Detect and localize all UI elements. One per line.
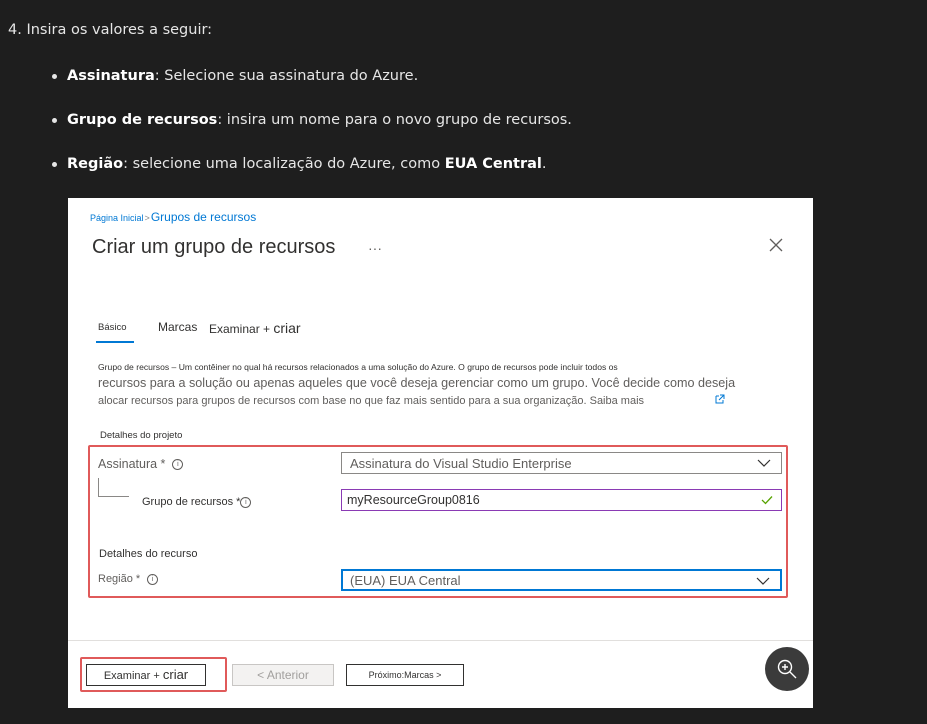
- tab-review-prefix: Examinar +: [209, 322, 271, 336]
- previous-button[interactable]: < Anterior: [232, 664, 334, 686]
- tab-review-create[interactable]: Examinar + criar: [209, 320, 301, 336]
- item-text: : selecione uma localização do Azure, co…: [123, 156, 445, 172]
- close-icon[interactable]: [767, 236, 785, 254]
- term-resource-group: Grupo de recursos: [67, 112, 218, 128]
- breadcrumb-resource-groups[interactable]: Grupos de recursos: [151, 210, 256, 224]
- tab-basics[interactable]: Básico: [98, 322, 127, 333]
- description-line: Grupo de recursos – Um contêiner no qual…: [98, 362, 618, 372]
- breadcrumb: Página Inicial>Grupos de recursos: [90, 210, 256, 224]
- tree-connector: [98, 478, 129, 497]
- subscription-label-text: Assinatura *: [98, 457, 166, 471]
- subscription-dropdown[interactable]: Assinatura do Visual Studio Enterprise: [341, 452, 782, 474]
- zoom-in-icon: [777, 659, 797, 679]
- footer-divider: [68, 640, 813, 641]
- term-subscription: Assinatura: [67, 68, 155, 84]
- description-line: recursos para a solução ou apenas aquele…: [98, 376, 736, 390]
- item-text: : insira um nome para o novo grupo de re…: [217, 112, 572, 128]
- chevron-down-icon: [757, 459, 771, 467]
- item-end: .: [541, 156, 547, 172]
- subscription-value: Assinatura do Visual Studio Enterprise: [350, 456, 572, 471]
- list-item: Assinatura: Selecione sua assinatura do …: [52, 66, 572, 110]
- resource-group-value: myResourceGroup0816: [347, 493, 480, 507]
- highlight-box: [80, 657, 227, 692]
- region-label: Região * i: [98, 573, 159, 585]
- info-icon[interactable]: i: [147, 573, 159, 585]
- region-dropdown[interactable]: (EUA) EUA Central: [341, 569, 782, 591]
- breadcrumb-home[interactable]: Página Inicial: [90, 213, 144, 223]
- list-item: Região: selecione uma localização do Azu…: [52, 154, 572, 198]
- checkmark-icon: [761, 496, 773, 505]
- external-link-icon[interactable]: [714, 393, 726, 405]
- next-tags-button[interactable]: Próximo:Marcas >: [346, 664, 464, 686]
- resource-details-heading: Detalhes do recurso: [99, 548, 198, 560]
- resource-group-input[interactable]: myResourceGroup0816: [341, 489, 782, 511]
- more-options-icon[interactable]: ···: [368, 240, 382, 256]
- item-text: : Selecione sua assinatura do Azure.: [154, 68, 419, 84]
- subscription-label: Assinatura * i: [98, 457, 184, 471]
- region-label-text: Região *: [98, 573, 141, 585]
- description-line: alocar recursos para grupos de recursos …: [98, 395, 645, 407]
- portal-screenshot: Página Inicial>Grupos de recursos Criar …: [68, 198, 813, 708]
- list-item: Grupo de recursos: insira um nome para o…: [52, 110, 572, 154]
- active-tab-indicator: [96, 341, 134, 343]
- page-title: Criar um grupo de recursos: [92, 236, 336, 258]
- project-details-heading: Detalhes do projeto: [100, 430, 183, 441]
- term-region: Região: [67, 156, 124, 172]
- tab-review-suffix: criar: [273, 320, 301, 336]
- chevron-down-icon: [756, 577, 770, 585]
- breadcrumb-separator: >: [144, 213, 150, 223]
- info-icon[interactable]: i: [240, 496, 252, 508]
- resource-group-label: Grupo de recursos * i: [142, 496, 252, 508]
- region-value: (EUA) EUA Central: [350, 573, 461, 588]
- region-example: EUA Central: [444, 156, 542, 172]
- zoom-in-button[interactable]: [765, 647, 809, 691]
- step-heading: 4. Insira os valores a seguir:: [8, 22, 213, 38]
- info-icon[interactable]: i: [172, 459, 184, 471]
- instruction-list: Assinatura: Selecione sua assinatura do …: [52, 66, 572, 198]
- tab-tags[interactable]: Marcas: [158, 320, 197, 334]
- resource-group-label-text: Grupo de recursos *: [142, 496, 241, 508]
